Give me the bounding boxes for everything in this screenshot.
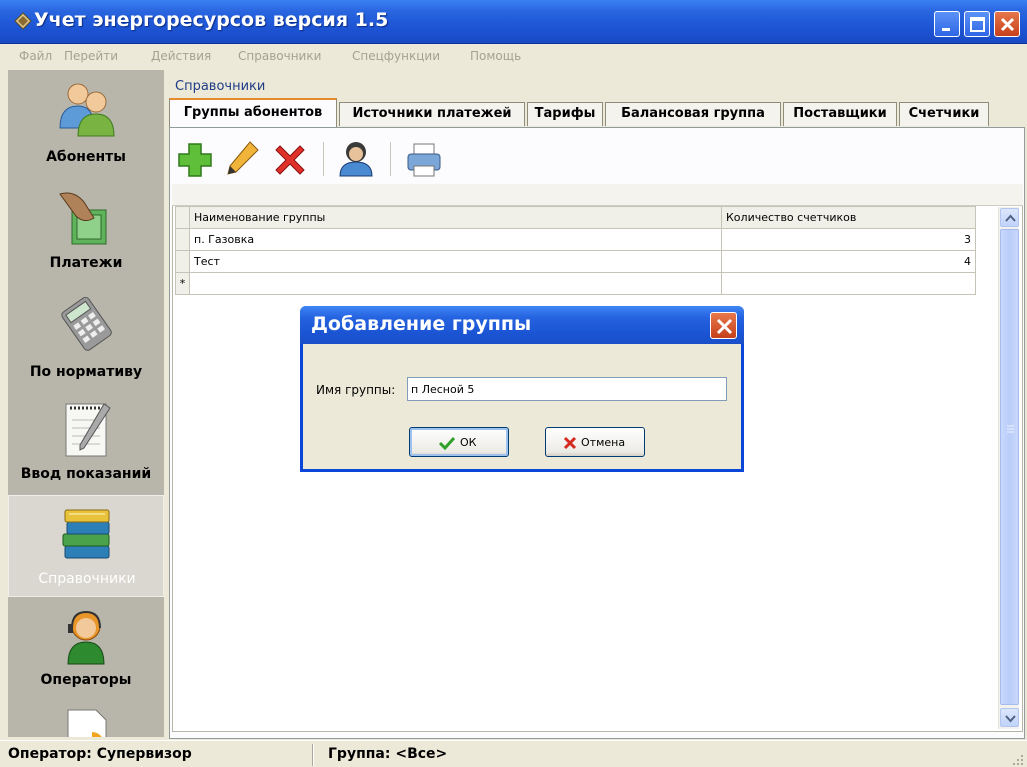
cancel-button[interactable]: Отмена: [545, 427, 645, 457]
books-icon: [62, 509, 110, 559]
new-row-marker: *: [175, 272, 190, 295]
cell-meter-count[interactable]: 3: [721, 228, 976, 251]
app-window: Учет энергоресурсов версия 1.5 Файл Пере…: [0, 0, 1027, 767]
tab-subscriber-groups[interactable]: Группы абонентов: [169, 98, 337, 127]
sidebar-item-normative[interactable]: По нормативу: [8, 285, 164, 389]
column-header-group-name[interactable]: Наименование группы: [189, 206, 722, 229]
tab-payment-sources[interactable]: Источники платежей: [339, 102, 525, 126]
sidebar-item-label: Справочники: [38, 571, 136, 587]
users-icon[interactable]: [336, 138, 376, 178]
table-row[interactable]: Тест 4: [175, 250, 976, 273]
table-row[interactable]: п. Газовка 3: [175, 228, 976, 251]
sidebar-item-payments[interactable]: Платежи: [8, 180, 164, 282]
vertical-scrollbar[interactable]: [998, 207, 1019, 729]
new-row[interactable]: *: [175, 272, 976, 295]
chevron-up-icon: [1005, 214, 1016, 222]
sidebar-item-references[interactable]: Справочники: [8, 495, 164, 597]
row-header: [175, 206, 190, 229]
sidebar-item-label: Операторы: [40, 672, 132, 688]
status-separator: [312, 744, 314, 766]
ok-button-label: ОК: [460, 436, 477, 449]
maximize-button[interactable]: [964, 11, 990, 37]
close-icon: [716, 318, 733, 335]
menu-actions[interactable]: Действия: [151, 49, 211, 63]
window-title: Учет энергоресурсов версия 1.5: [34, 9, 389, 31]
cancel-button-label: Отмена: [581, 436, 626, 449]
grid-group-area: [172, 184, 1023, 206]
add-icon[interactable]: [175, 140, 215, 180]
delete-icon[interactable]: [270, 140, 310, 180]
sidebar-item-readings[interactable]: Ввод показаний: [8, 392, 164, 492]
tab-suppliers[interactable]: Поставщики: [783, 102, 897, 126]
report-icon: [67, 709, 107, 737]
menu-bar: Файл Перейти Действия Справочники Спецфу…: [0, 45, 1027, 67]
menu-references[interactable]: Справочники: [238, 49, 321, 63]
sidebar-item-label: По нормативу: [29, 364, 143, 380]
dialog-title-bar[interactable]: Добавление группы: [300, 306, 744, 344]
row-header[interactable]: [175, 228, 190, 251]
minimize-button[interactable]: [934, 11, 960, 37]
group-name-input[interactable]: [407, 377, 727, 401]
sidebar-item-label: Ввод показаний: [20, 466, 152, 482]
cell-meter-count[interactable]: 4: [721, 250, 976, 273]
cancel-x-icon: [563, 436, 577, 450]
payments-icon: [59, 192, 107, 245]
dialog-title: Добавление группы: [311, 313, 532, 335]
print-icon[interactable]: [404, 140, 444, 180]
table-header-row: Наименование группы Количество счетчиков: [175, 206, 976, 229]
toolbar-separator: [390, 142, 391, 176]
toolbar-separator: [323, 142, 324, 176]
menu-goto[interactable]: Перейти: [64, 49, 118, 63]
calculator-icon: [61, 296, 112, 351]
add-group-dialog: Добавление группы Имя группы: ОК Отмена: [300, 306, 744, 472]
ok-button[interactable]: ОК: [409, 427, 509, 457]
scroll-thumb[interactable]: [1000, 229, 1019, 705]
menu-special[interactable]: Спецфункции: [352, 49, 440, 63]
tab-tariffs[interactable]: Тарифы: [527, 102, 603, 126]
column-header-meter-count[interactable]: Количество счетчиков: [721, 206, 976, 229]
subscribers-icon: [59, 83, 115, 137]
status-group: Группа: <Все>: [328, 746, 448, 762]
group-name-label: Имя группы:: [316, 383, 396, 397]
scroll-up-button[interactable]: [1000, 208, 1019, 227]
tab-balance-group[interactable]: Балансовая группа: [605, 102, 781, 126]
row-header[interactable]: [175, 250, 190, 273]
cell-group-name[interactable]: Тест: [189, 250, 722, 273]
chevron-down-icon: [1005, 715, 1016, 723]
grip-icon: [1007, 425, 1014, 433]
sidebar-item-label: Платежи: [49, 255, 123, 271]
maximize-icon: [970, 17, 985, 32]
groups-table: Наименование группы Количество счетчиков…: [175, 206, 976, 295]
status-bar: Оператор: Супервизор Группа: <Все>: [0, 740, 1027, 767]
app-icon: [14, 12, 32, 30]
menu-file[interactable]: Файл: [19, 49, 52, 63]
tab-meters[interactable]: Счетчики: [899, 102, 989, 126]
checkmark-icon: [439, 436, 455, 450]
cell-group-name[interactable]: п. Газовка: [189, 228, 722, 251]
sidebar-item-label: Абоненты: [46, 149, 126, 165]
section-title: Справочники: [175, 79, 266, 94]
sidebar-item-reports[interactable]: [8, 702, 164, 737]
minimize-icon: [942, 28, 950, 31]
notepad-icon: [65, 403, 111, 457]
close-icon: [1000, 17, 1015, 32]
operator-icon: [67, 610, 105, 665]
cell-meter-count[interactable]: [721, 272, 976, 295]
cell-group-name[interactable]: [189, 272, 722, 295]
status-operator: Оператор: Супервизор: [8, 746, 192, 762]
menu-help[interactable]: Помощь: [470, 49, 521, 63]
sidebar-item-subscribers[interactable]: Абоненты: [8, 70, 164, 176]
dialog-close-button[interactable]: [710, 312, 737, 339]
scroll-down-button[interactable]: [1000, 708, 1019, 727]
title-bar[interactable]: Учет энергоресурсов версия 1.5: [0, 0, 1027, 44]
edit-icon[interactable]: [222, 138, 262, 178]
close-button[interactable]: [994, 11, 1020, 37]
sidebar: Абоненты Платежи По нормативу Ввод показ…: [8, 70, 164, 737]
sidebar-item-operators[interactable]: Операторы: [8, 600, 164, 700]
resize-grip-icon[interactable]: [1012, 754, 1024, 766]
